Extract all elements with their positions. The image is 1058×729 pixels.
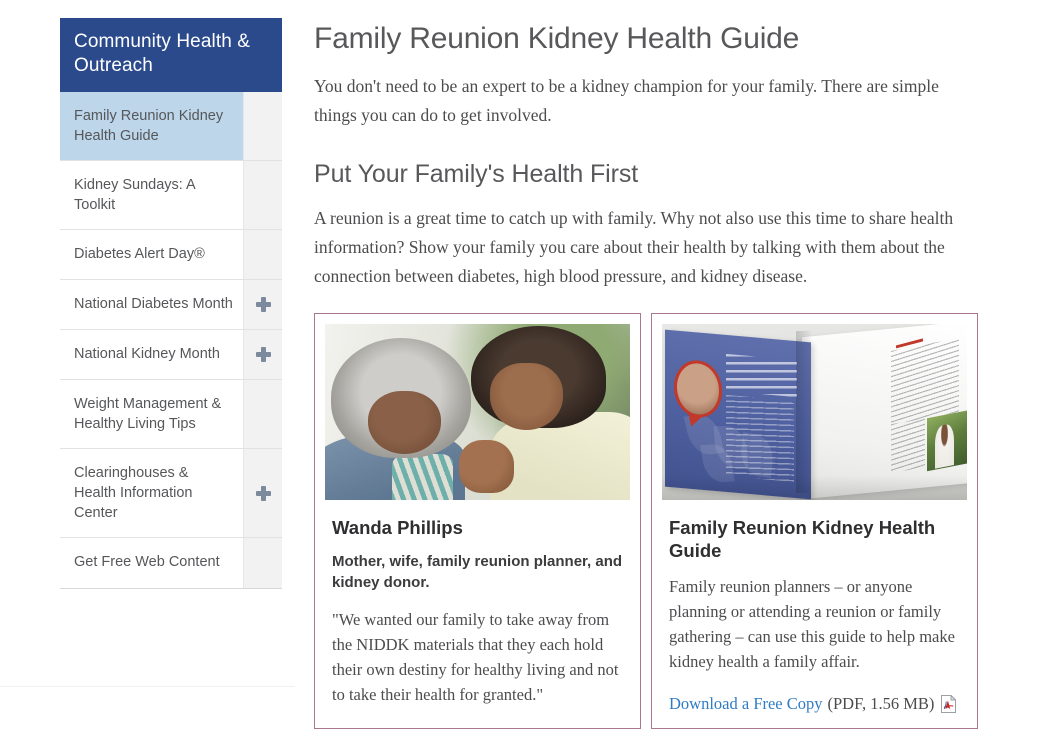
sidebar-item-expand-toggle[interactable] (243, 330, 282, 379)
footer-divider (0, 686, 295, 687)
sidebar-item-toggle[interactable] (243, 92, 282, 160)
guide-description: Family reunion planners – or anyone plan… (669, 577, 955, 671)
booklet-shape (726, 394, 794, 483)
sidebar-item-toggle[interactable] (243, 380, 282, 448)
sidebar-item-diabetes-alert-day[interactable]: Diabetes Alert Day® (60, 230, 282, 280)
photo-shape (367, 390, 441, 455)
profile-quote: "We wanted our family to take away from … (332, 610, 619, 704)
sidebar-item-expand-toggle[interactable] (243, 449, 282, 537)
sidebar-item-label: Kidney Sundays: A Toolkit (74, 177, 195, 213)
sidebar-item-toggle[interactable] (243, 230, 282, 279)
sidebar-item-label: National Kidney Month (74, 346, 220, 362)
download-file-meta: (PDF, 1.56 MB) (827, 694, 935, 713)
plus-icon (255, 485, 271, 501)
guide-photo (662, 324, 967, 500)
booklet-shape (673, 358, 723, 420)
photo-shape (459, 440, 515, 493)
profile-name: Wanda Phillips (332, 517, 463, 538)
card-row: Wanda Phillips Mother, wife, family reun… (314, 313, 978, 729)
sidebar-item-family-reunion-kidney-health-guide[interactable]: Family Reunion Kidney Health Guide (60, 92, 282, 161)
section-paragraph: A reunion is a great time to catch up wi… (314, 208, 954, 286)
pdf-icon (941, 693, 958, 713)
photo-shape (392, 454, 454, 500)
download-row: Download a Free Copy (PDF, 1.56 MB) (669, 691, 960, 716)
two-women-photo-illustration (325, 324, 630, 500)
booklet-shape (662, 475, 967, 500)
open-booklet-illustration (662, 324, 967, 500)
profile-photo (325, 324, 630, 500)
sidebar-item-expand-toggle[interactable] (243, 280, 282, 329)
profile-role: Mother, wife, family reunion planner, an… (332, 553, 623, 591)
guide-card-body: Family Reunion Kidney Health Guide Famil… (662, 500, 967, 716)
plus-icon (255, 347, 271, 362)
guide-card: Family Reunion Kidney Health Guide Famil… (651, 313, 978, 729)
sidebar-item-label: Weight Management & Healthy Living Tips (74, 396, 222, 432)
sidebar-item-clearinghouses-health-information-center[interactable]: Clearinghouses & Health Information Cent… (60, 449, 282, 538)
booklet-shape (796, 330, 812, 494)
sidebar-navigation: Community Health & Outreach Family Reuni… (60, 18, 282, 589)
sidebar-item-kidney-sundays-toolkit[interactable]: Kidney Sundays: A Toolkit (60, 161, 282, 230)
sidebar-item-toggle[interactable] (243, 538, 282, 588)
sidebar-item-get-free-web-content[interactable]: Get Free Web Content (60, 538, 282, 588)
photo-shape (489, 362, 563, 430)
sidebar-item-list: Family Reunion Kidney Health Guide Kidne… (60, 92, 282, 589)
page-lede: You don't need to be an expert to be a k… (314, 76, 939, 125)
section-title: Put Your Family's Health First (314, 160, 639, 188)
booklet-shape (802, 324, 967, 500)
sidebar-item-label: Family Reunion Kidney Health Guide (74, 108, 224, 144)
sidebar-heading: Community Health & Outreach (60, 18, 282, 92)
profile-card-body: Wanda Phillips Mother, wife, family reun… (325, 500, 630, 707)
booklet-shape (665, 329, 812, 500)
booklet-shape (926, 409, 967, 472)
plus-icon (255, 297, 271, 312)
main-content: Family Reunion Kidney Health Guide You d… (314, 20, 978, 729)
profile-card: Wanda Phillips Mother, wife, family reun… (314, 313, 641, 729)
sidebar-item-label: National Diabetes Month (74, 296, 233, 312)
sidebar-item-label: Clearinghouses & Health Information Cent… (74, 465, 193, 521)
booklet-shape (934, 422, 955, 470)
download-free-copy-link[interactable]: Download a Free Copy (669, 691, 823, 716)
page-title: Family Reunion Kidney Health Guide (314, 22, 800, 55)
page-root: Community Health & Outreach Family Reuni… (0, 0, 1058, 729)
sidebar-item-national-diabetes-month[interactable]: National Diabetes Month (60, 280, 282, 330)
sidebar-item-label: Diabetes Alert Day® (74, 246, 205, 262)
sidebar-item-national-kidney-month[interactable]: National Kidney Month (60, 330, 282, 380)
sidebar-item-label: Get Free Web Content (74, 554, 220, 570)
sidebar-item-weight-management-healthy-living-tips[interactable]: Weight Management & Healthy Living Tips (60, 380, 282, 449)
guide-title: Family Reunion Kidney Health Guide (669, 517, 936, 561)
booklet-shape (891, 417, 926, 474)
sidebar-item-toggle[interactable] (243, 161, 282, 229)
booklet-shape (726, 354, 797, 398)
